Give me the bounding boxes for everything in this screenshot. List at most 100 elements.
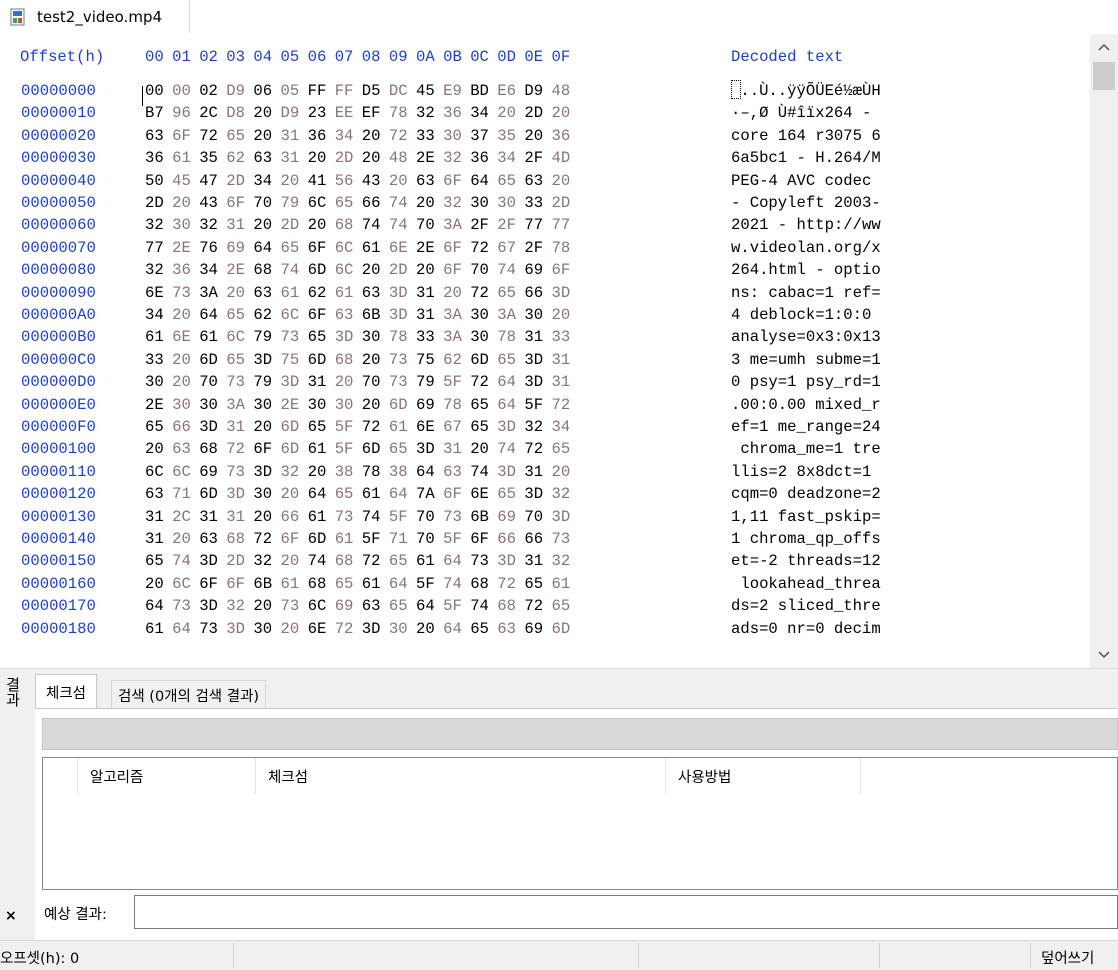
hex-byte[interactable]: 38 bbox=[335, 463, 354, 481]
hex-byte[interactable]: 6F bbox=[443, 239, 462, 257]
hex-byte[interactable]: 5F bbox=[443, 373, 462, 391]
hex-byte[interactable]: 30 bbox=[389, 620, 408, 638]
hex-byte[interactable]: 63 bbox=[335, 306, 354, 324]
hex-byte[interactable]: 70 bbox=[416, 508, 435, 526]
hex-byte[interactable]: 23 bbox=[308, 104, 327, 122]
hex-byte[interactable]: 64 bbox=[172, 620, 191, 638]
hex-byte[interactable]: 63 bbox=[362, 597, 381, 615]
hex-byte[interactable]: 48 bbox=[389, 149, 408, 167]
hex-byte[interactable]: 72 bbox=[362, 552, 381, 570]
hex-byte[interactable]: 31 bbox=[552, 373, 571, 391]
decoded-text[interactable]: cqm=0 deadzone=2 bbox=[731, 485, 881, 503]
decoded-text[interactable]: 0 psy=1 psy_rd=1 bbox=[731, 373, 881, 391]
hex-byte[interactable]: 35 bbox=[497, 127, 516, 145]
hex-byte[interactable]: 61 bbox=[362, 239, 381, 257]
hex-byte[interactable]: 6F bbox=[308, 239, 327, 257]
hex-byte[interactable]: 3D bbox=[226, 620, 245, 638]
hex-byte[interactable]: 33 bbox=[416, 328, 435, 346]
hex-byte[interactable]: 63 bbox=[145, 127, 164, 145]
hex-byte[interactable]: 3D bbox=[389, 306, 408, 324]
hex-byte[interactable]: 5F bbox=[524, 396, 543, 414]
hex-byte[interactable]: 41 bbox=[308, 172, 327, 190]
hex-byte[interactable]: 78 bbox=[389, 104, 408, 122]
hex-byte[interactable]: 68 bbox=[308, 575, 327, 593]
hex-byte[interactable]: 65 bbox=[524, 575, 543, 593]
hex-byte[interactable]: 6C bbox=[145, 463, 164, 481]
hex-byte[interactable]: 20 bbox=[443, 284, 462, 302]
hex-byte[interactable]: 74 bbox=[172, 552, 191, 570]
hex-byte[interactable]: 65 bbox=[335, 575, 354, 593]
hex-byte[interactable]: 34 bbox=[470, 104, 489, 122]
hex-byte[interactable]: 30 bbox=[524, 306, 543, 324]
hex-byte[interactable]: BD bbox=[470, 82, 489, 100]
hex-row[interactable]: 00000120 63 71 6D 3D 30 20 64 65 61 64 7A 6F 6E 65 3D 32… bbox=[0, 485, 1090, 507]
hex-byte[interactable]: 34 bbox=[199, 261, 218, 279]
hex-byte[interactable]: 72 bbox=[362, 418, 381, 436]
hex-byte[interactable]: 68 bbox=[470, 575, 489, 593]
hex-byte[interactable]: 4D bbox=[552, 149, 571, 167]
hex-byte[interactable]: 75 bbox=[416, 351, 435, 369]
hex-row[interactable]: 000000D0 30 20 70 73 79 3D 31 20 70 73 79 5F 72 64 3D 31… bbox=[0, 373, 1090, 395]
hex-byte[interactable]: 71 bbox=[389, 530, 408, 548]
hex-byte[interactable]: 75 bbox=[281, 351, 300, 369]
hex-byte[interactable]: 64 bbox=[470, 172, 489, 190]
hex-byte[interactable]: 2F bbox=[497, 216, 516, 234]
column-header-usage[interactable]: 사용방법 bbox=[666, 758, 861, 794]
hex-byte[interactable]: D9 bbox=[226, 82, 245, 100]
hex-byte[interactable]: 30 bbox=[470, 306, 489, 324]
hex-byte[interactable]: 72 bbox=[470, 284, 489, 302]
hex-row[interactable]: 00000050 2D 20 43 6F 70 79 6C 65 66 74 20 32 30 30 33 2D… bbox=[0, 194, 1090, 216]
hex-byte[interactable]: 5F bbox=[362, 530, 381, 548]
hex-byte[interactable]: 3D bbox=[524, 485, 543, 503]
hex-byte[interactable]: 36 bbox=[552, 127, 571, 145]
hex-row[interactable]: 00000080 32 36 34 2E 68 74 6D 6C 20 2D 20 6F 70 74 69 6F… bbox=[0, 261, 1090, 283]
decoded-text[interactable]: chroma_me=1 tre bbox=[731, 440, 880, 458]
hex-byte[interactable]: 31 bbox=[524, 552, 543, 570]
hex-byte[interactable]: 72 bbox=[199, 127, 218, 145]
hex-byte[interactable]: 69 bbox=[524, 261, 543, 279]
hex-byte[interactable]: 73 bbox=[281, 597, 300, 615]
hex-byte[interactable]: 20 bbox=[552, 306, 571, 324]
hex-byte[interactable]: 68 bbox=[199, 440, 218, 458]
hex-byte[interactable]: 31 bbox=[281, 149, 300, 167]
hex-byte[interactable]: 3A bbox=[226, 396, 245, 414]
hex-byte[interactable]: 6F bbox=[470, 530, 489, 548]
hex-byte[interactable]: 69 bbox=[416, 396, 435, 414]
hex-byte[interactable]: 64 bbox=[497, 396, 516, 414]
hex-byte[interactable]: 3D bbox=[362, 620, 381, 638]
close-icon[interactable]: × bbox=[5, 908, 17, 924]
hex-byte[interactable]: 48 bbox=[552, 82, 571, 100]
hex-row[interactable]: 00000000 00 00 02 D9 06 05 FF FF D5 DC 45 E9 BD E6 D9 48… bbox=[0, 82, 1090, 104]
hex-byte[interactable]: 74 bbox=[389, 194, 408, 212]
column-header-algorithm[interactable]: 알고리즘 bbox=[78, 758, 256, 794]
hex-byte[interactable]: 34 bbox=[497, 149, 516, 167]
hex-byte[interactable]: 02 bbox=[199, 82, 218, 100]
hex-byte[interactable]: 64 bbox=[389, 575, 408, 593]
hex-byte[interactable]: 74 bbox=[389, 216, 408, 234]
decoded-text[interactable]: analyse=0x3:0x13 bbox=[731, 328, 881, 346]
hex-byte[interactable]: 20 bbox=[524, 127, 543, 145]
hex-byte[interactable]: 63 bbox=[253, 284, 272, 302]
hex-byte[interactable]: 30 bbox=[253, 485, 272, 503]
hex-byte[interactable]: 3D bbox=[552, 284, 571, 302]
hex-byte[interactable]: 43 bbox=[199, 194, 218, 212]
hex-byte[interactable]: 20 bbox=[253, 104, 272, 122]
hex-byte[interactable]: 20 bbox=[308, 216, 327, 234]
hex-byte[interactable]: 5F bbox=[335, 440, 354, 458]
hex-byte[interactable]: 20 bbox=[362, 261, 381, 279]
hex-byte[interactable]: 6E bbox=[416, 418, 435, 436]
hex-byte[interactable]: 20 bbox=[145, 575, 164, 593]
hex-byte[interactable]: 69 bbox=[226, 239, 245, 257]
decoded-text[interactable]: 3 me=umh subme=1 bbox=[731, 351, 881, 369]
hex-byte[interactable]: 65 bbox=[497, 284, 516, 302]
hex-byte[interactable]: 31 bbox=[226, 216, 245, 234]
hex-byte[interactable]: 66 bbox=[362, 194, 381, 212]
hex-byte[interactable]: 72 bbox=[497, 575, 516, 593]
hex-byte[interactable]: 2C bbox=[199, 104, 218, 122]
hex-byte[interactable]: 2F bbox=[470, 216, 489, 234]
hex-byte[interactable]: 30 bbox=[253, 620, 272, 638]
hex-byte[interactable]: 69 bbox=[524, 620, 543, 638]
hex-byte[interactable]: 73 bbox=[281, 328, 300, 346]
vertical-scrollbar[interactable] bbox=[1090, 34, 1118, 668]
hex-byte[interactable]: 64 bbox=[416, 463, 435, 481]
